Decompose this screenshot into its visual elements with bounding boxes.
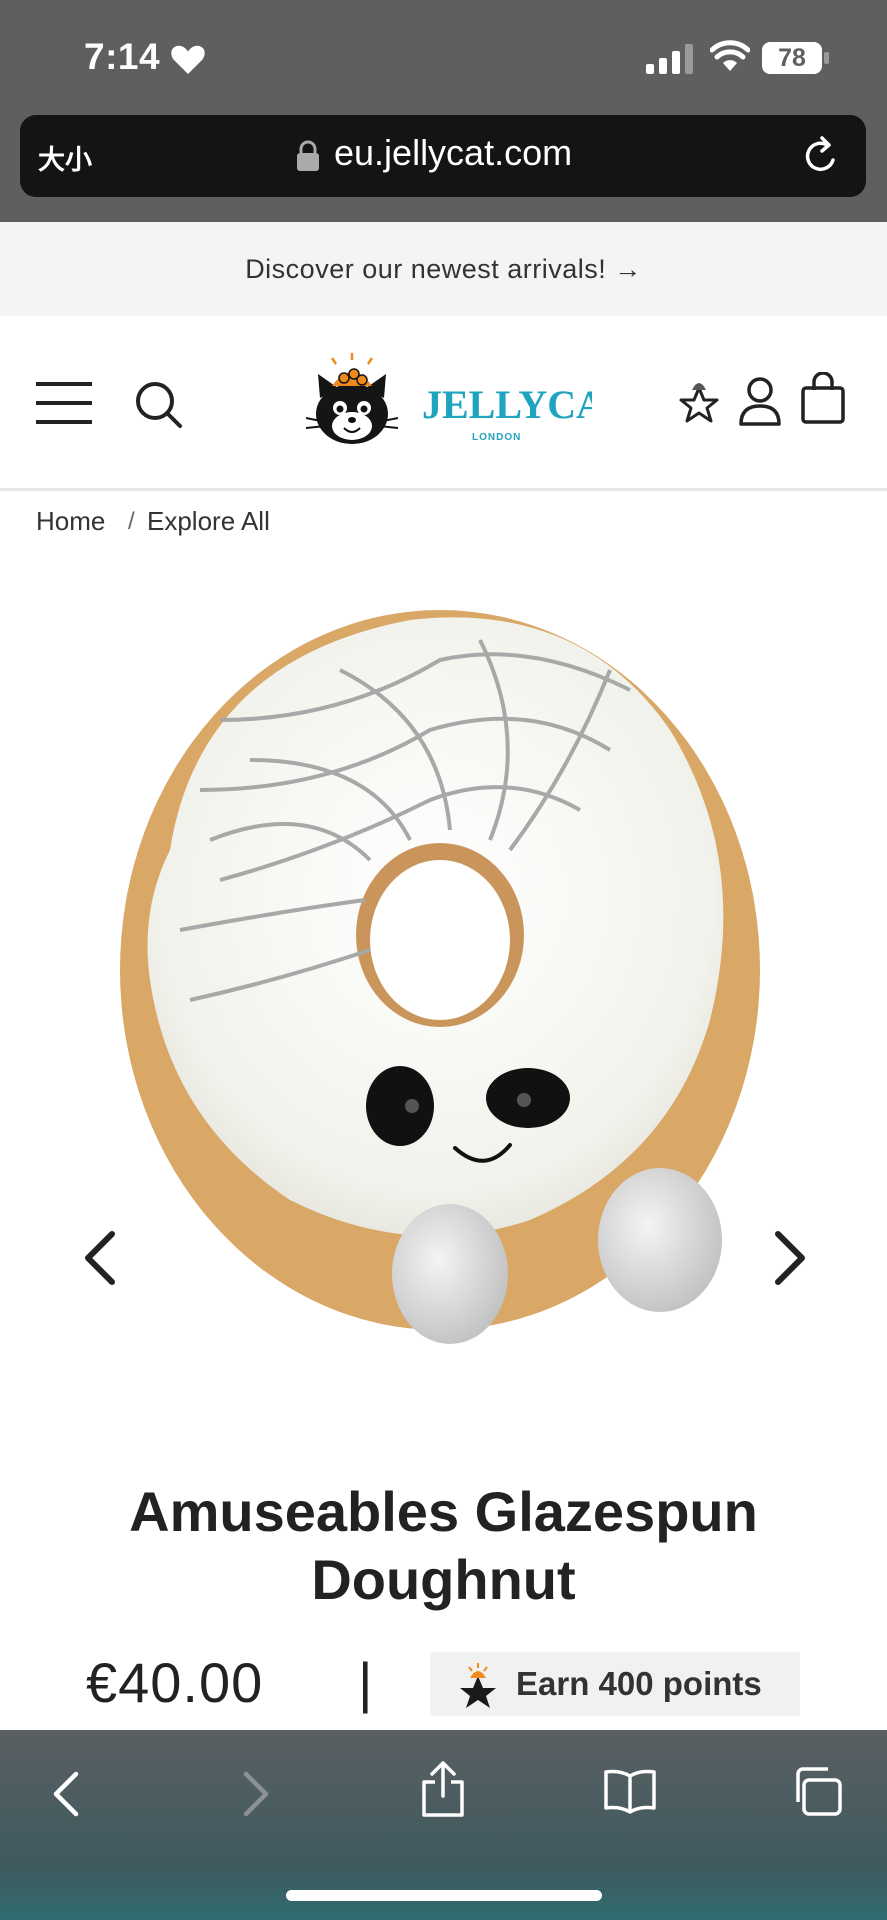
logo-wordmark: JELLYCAT	[422, 382, 592, 427]
text-size-button[interactable]: 大小	[38, 138, 92, 177]
promo-link[interactable]: Discover our newest arrivals! →	[0, 222, 887, 316]
price-separator: |	[358, 1651, 373, 1714]
lock-icon	[297, 140, 319, 171]
reload-icon[interactable]	[800, 134, 842, 178]
breadcrumb-home-link[interactable]: Home	[36, 506, 105, 537]
cellular-signal-icon	[646, 44, 693, 74]
carousel-next-arrow-icon[interactable]	[770, 1230, 810, 1286]
logo-subtitle: LONDON	[472, 432, 521, 443]
carousel-prev-arrow-icon[interactable]	[80, 1230, 120, 1286]
search-icon[interactable]	[134, 380, 184, 430]
status-time: 7:14	[84, 36, 161, 77]
tabs-icon[interactable]	[790, 1766, 844, 1818]
reward-star-icon	[460, 1663, 496, 1708]
forward-arrow-icon[interactable]	[242, 1770, 272, 1818]
back-arrow-icon[interactable]	[50, 1770, 80, 1818]
battery-percentage: 78	[778, 44, 806, 72]
heart-icon	[171, 45, 205, 74]
header-divider	[0, 488, 887, 491]
product-image-doughnut	[120, 610, 760, 1344]
breadcrumb-explore-all-link[interactable]: Explore All	[147, 506, 270, 537]
home-indicator	[286, 1890, 602, 1901]
shopping-bag-icon[interactable]	[800, 372, 846, 424]
url-text[interactable]: eu.jellycat.com	[334, 132, 572, 174]
hamburger-menu-icon[interactable]	[36, 380, 92, 426]
share-icon[interactable]	[420, 1760, 466, 1818]
wishlist-star-icon[interactable]	[674, 374, 724, 426]
wifi-icon	[710, 40, 750, 71]
account-icon[interactable]	[738, 376, 782, 426]
jellycat-logo[interactable]: JELLYCAT LONDON	[296, 352, 592, 452]
breadcrumb-separator: /	[128, 508, 135, 535]
product-price: €40.00	[86, 1651, 264, 1714]
points-label: Earn 400 points	[516, 1665, 762, 1702]
bookmarks-icon[interactable]	[602, 1768, 658, 1814]
product-title: Amuseables Glazespun Doughnut	[129, 1480, 758, 1611]
